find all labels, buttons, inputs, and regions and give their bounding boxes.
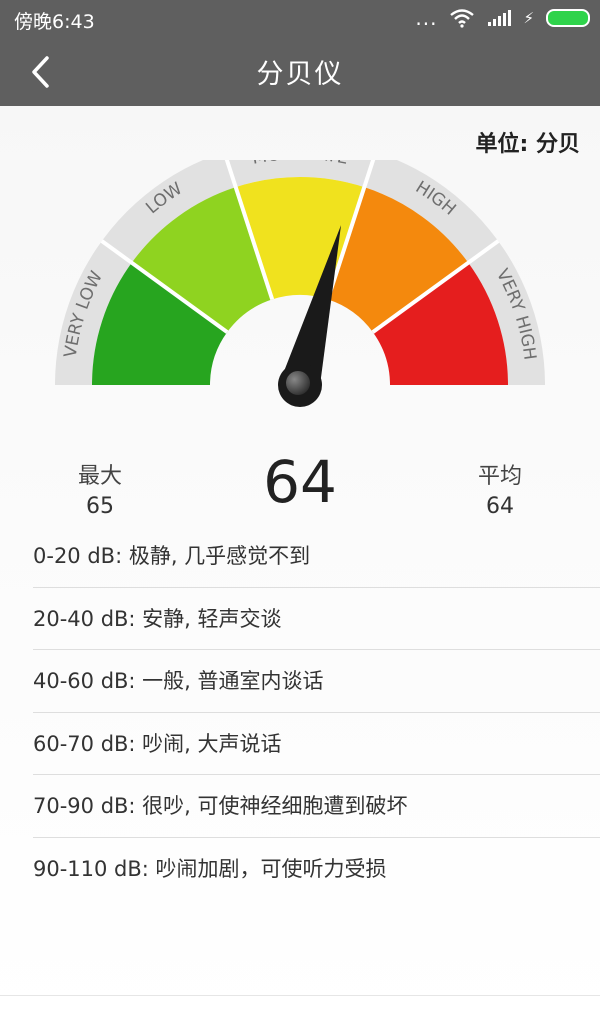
bottom-divider bbox=[0, 995, 600, 996]
decibel-level-list: 0-20 dB: 极静, 几乎感觉不到 20-40 dB: 安静, 轻声交谈 4… bbox=[0, 525, 600, 900]
wifi-icon bbox=[450, 9, 475, 28]
level-item: 40-60 dB: 一般, 普通室内谈话 bbox=[0, 650, 600, 713]
level-item: 0-20 dB: 极静, 几乎感觉不到 bbox=[0, 525, 600, 588]
top-bar: 傍晚6:43 ... ⚡ 分贝仪 bbox=[0, 0, 600, 106]
level-item: 20-40 dB: 安静, 轻声交谈 bbox=[0, 588, 600, 651]
decibel-gauge: VERY LOWLOWMODERATEHIGHVERY HIGH bbox=[55, 160, 545, 407]
gauge-hub-highlight bbox=[286, 371, 310, 395]
status-icons: ... ⚡ bbox=[415, 6, 590, 30]
level-item: 70-90 dB: 很吵, 可使神经细胞遭到破坏 bbox=[0, 775, 600, 838]
unit-label: 单位: 分贝 bbox=[475, 132, 580, 157]
signal-icon bbox=[488, 10, 512, 26]
average-label: 平均 bbox=[477, 464, 522, 489]
level-item: 60-70 dB: 吵闹, 大声说话 bbox=[0, 713, 600, 776]
screen: 傍晚6:43 ... ⚡ 分贝仪 单位: 分贝 VERY LOW LOW HIG… bbox=[0, 0, 600, 1022]
status-time: 傍晚6:43 bbox=[14, 11, 95, 33]
charging-icon: ⚡ bbox=[523, 9, 534, 27]
level-item: 90-110 dB: 吵闹加剧，可使听力受损 bbox=[33, 856, 387, 881]
page-title: 分贝仪 bbox=[256, 59, 344, 90]
more-dots-icon: ... bbox=[415, 6, 438, 30]
average-value: 64 bbox=[486, 494, 514, 519]
average-stat: 平均 64 bbox=[462, 458, 538, 519]
battery-icon bbox=[546, 9, 590, 27]
